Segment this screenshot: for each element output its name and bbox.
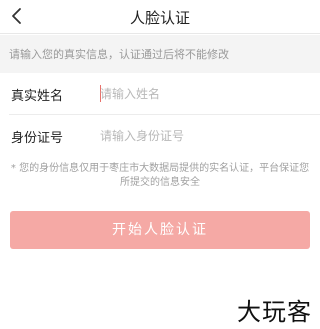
id-number-input[interactable] bbox=[100, 124, 300, 148]
notice-text: 请输入您的真实信息，认证通过后将不能修改 bbox=[9, 48, 229, 61]
privacy-disclaimer: * 您的身份信息仅用于枣庄市大数据局提供的实名认证，平台保证您所提交的信息安全 bbox=[10, 163, 310, 188]
name-row: 真实姓名 bbox=[0, 73, 320, 115]
page-title: 人脸认证 bbox=[129, 9, 190, 27]
name-label: 真实姓名 bbox=[11, 89, 64, 104]
notice-bar: 请输入您的真实信息，认证通过后将不能修改 bbox=[0, 35, 320, 73]
start-face-auth-button[interactable]: 开始人脸认证 bbox=[10, 211, 310, 249]
watermark: 大玩客 bbox=[237, 298, 312, 326]
id-number-label: 身份证号 bbox=[11, 131, 64, 146]
nav-bar: 人脸认证 bbox=[0, 0, 320, 34]
name-input[interactable] bbox=[100, 82, 300, 106]
id-number-row: 身份证号 bbox=[0, 115, 320, 157]
